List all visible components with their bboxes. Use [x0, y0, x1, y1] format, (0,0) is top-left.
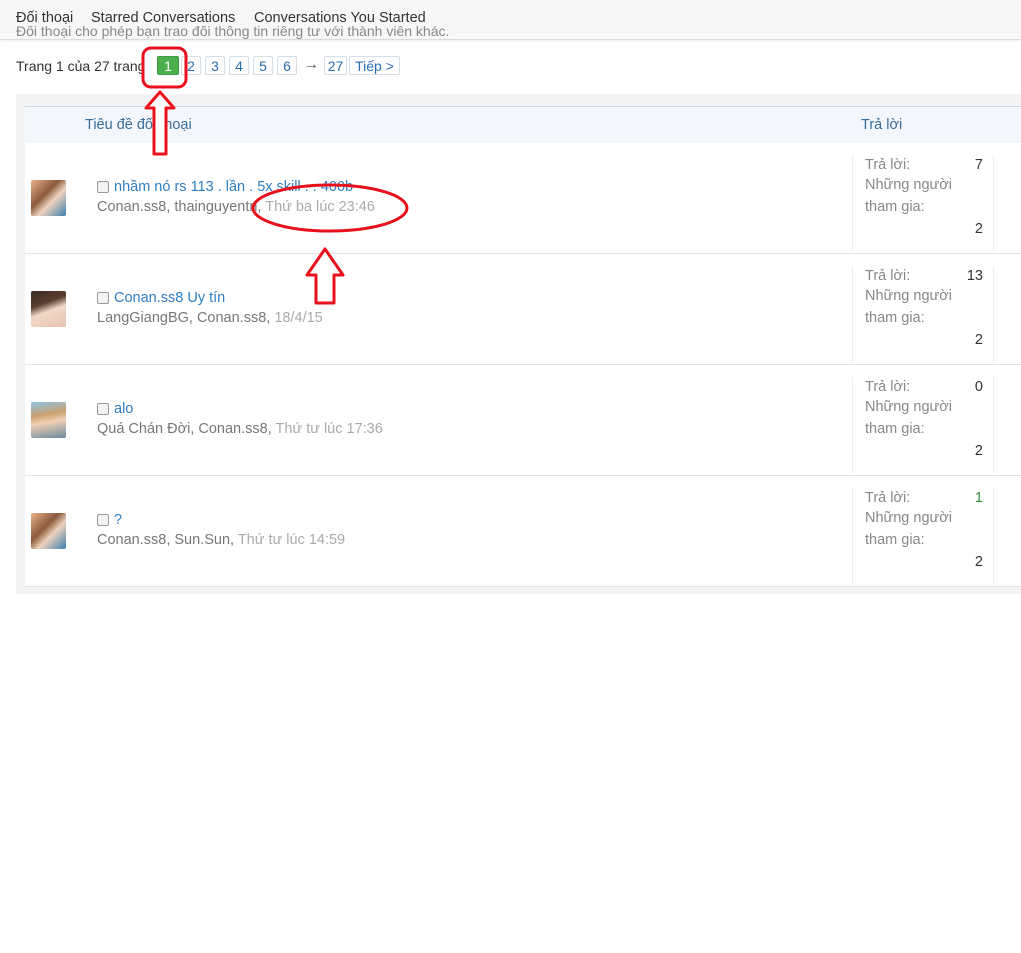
timestamp: Thứ ba lúc 23:46: [265, 199, 375, 215]
conversation-title[interactable]: ?: [114, 512, 122, 528]
select-checkbox[interactable]: [97, 514, 109, 526]
avatar[interactable]: [31, 180, 66, 216]
select-checkbox[interactable]: [97, 403, 109, 415]
timestamp: Thứ tư lúc 17:36: [275, 421, 383, 437]
page-5-button[interactable]: 5: [253, 56, 273, 75]
column-header-title[interactable]: Tiêu đề đối thoại: [85, 117, 192, 133]
page-6-button[interactable]: 6: [277, 56, 297, 75]
tab-conversations[interactable]: Đối thoại: [16, 10, 73, 26]
conversation-meta: Conan.ss8, Sun.Sun, Thứ tư lúc 14:59: [97, 532, 345, 548]
conversation-title[interactable]: alo: [114, 401, 133, 417]
participants-label-2: tham gia:: [865, 532, 925, 548]
conversation-stats: Trả lời: 7 Những người tham gia: 2: [852, 155, 994, 251]
participants[interactable]: Conan.ss8, Sun.Sun,: [97, 532, 234, 548]
replies-label: Trả lời:: [865, 490, 911, 506]
conversation-stats: Trả lời: 0 Những người tham gia: 2: [852, 377, 994, 473]
replies-label: Trả lời:: [865, 157, 911, 173]
conversation-meta: Quá Chán Đời, Conan.ss8, Thứ tư lúc 17:3…: [97, 421, 383, 437]
replies-label: Trả lời:: [865, 379, 911, 395]
pagination-arrow-icon: →: [303, 56, 319, 73]
table-row: alo Quá Chán Đời, Conan.ss8, Thứ tư lúc …: [25, 365, 1021, 476]
conversation-meta: LangGiangBG, Conan.ss8, 18/4/15: [97, 310, 323, 326]
avatar[interactable]: [31, 513, 66, 549]
conversation-stats: Trả lời: 13 Những người tham gia: 2: [852, 266, 994, 362]
tab-conversations-you-started[interactable]: Conversations You Started: [254, 10, 426, 26]
participants-label: Những người: [865, 177, 952, 193]
avatar[interactable]: [31, 402, 66, 438]
participants[interactable]: Conan.ss8, thainguyentn,: [97, 199, 261, 215]
avatar[interactable]: [31, 291, 66, 327]
participants-label-2: tham gia:: [865, 310, 925, 326]
participants-label: Những người: [865, 399, 952, 415]
tab-starred-conversations[interactable]: Starred Conversations: [91, 10, 235, 26]
page-1-button[interactable]: 1: [157, 56, 179, 75]
next-page-button[interactable]: Tiếp >: [349, 56, 400, 75]
conversation-meta: Conan.ss8, thainguyentn, Thứ ba lúc 23:4…: [97, 199, 375, 215]
intro-text: Đối thoại cho phép bạn trao đổi thông ti…: [16, 26, 450, 39]
replies-label: Trả lời:: [865, 268, 911, 284]
participants-label-2: tham gia:: [865, 421, 925, 437]
page-indicator: Trang 1 của 27 trang: [16, 58, 146, 74]
table-row: ? Conan.ss8, Sun.Sun, Thứ tư lúc 14:59 T…: [25, 476, 1021, 587]
table-row: nhầm nó rs 113 . lần . 5x skill . . 400b…: [25, 143, 1021, 254]
conversation-title[interactable]: Conan.ss8 Uy tín: [114, 290, 225, 306]
timestamp: Thứ tư lúc 14:59: [237, 532, 346, 548]
replies-count: 1: [974, 490, 983, 506]
replies-count: 13: [966, 268, 983, 284]
timestamp: 18/4/15: [274, 310, 323, 326]
participants-count: 2: [974, 443, 983, 459]
participants[interactable]: Quá Chán Đời, Conan.ss8,: [97, 421, 272, 437]
participants[interactable]: LangGiangBG, Conan.ss8,: [97, 310, 270, 326]
participants-count: 2: [974, 221, 983, 237]
conversation-stats: Trả lời: 1 Những người tham gia: 2: [852, 488, 994, 584]
table-header: Tiêu đề đối thoại Trả lời: [25, 106, 1021, 144]
replies-count: 7: [974, 157, 983, 173]
select-checkbox[interactable]: [97, 181, 109, 193]
column-header-replies[interactable]: Trả lời: [861, 117, 902, 133]
table-row: Conan.ss8 Uy tín LangGiangBG, Conan.ss8,…: [25, 254, 1021, 365]
participants-count: 2: [974, 332, 983, 348]
page-2-button[interactable]: 2: [181, 56, 201, 75]
page-3-button[interactable]: 3: [205, 56, 225, 75]
page-last-button[interactable]: 27: [324, 56, 347, 75]
select-checkbox[interactable]: [97, 292, 109, 304]
participants-label: Những người: [865, 288, 952, 304]
page-4-button[interactable]: 4: [229, 56, 249, 75]
participants-label: Những người: [865, 510, 952, 526]
replies-count: 0: [974, 379, 983, 395]
conversation-title[interactable]: nhầm nó rs 113 . lần . 5x skill . . 400b: [114, 179, 353, 195]
participants-count: 2: [974, 554, 983, 570]
participants-label-2: tham gia:: [865, 199, 925, 215]
